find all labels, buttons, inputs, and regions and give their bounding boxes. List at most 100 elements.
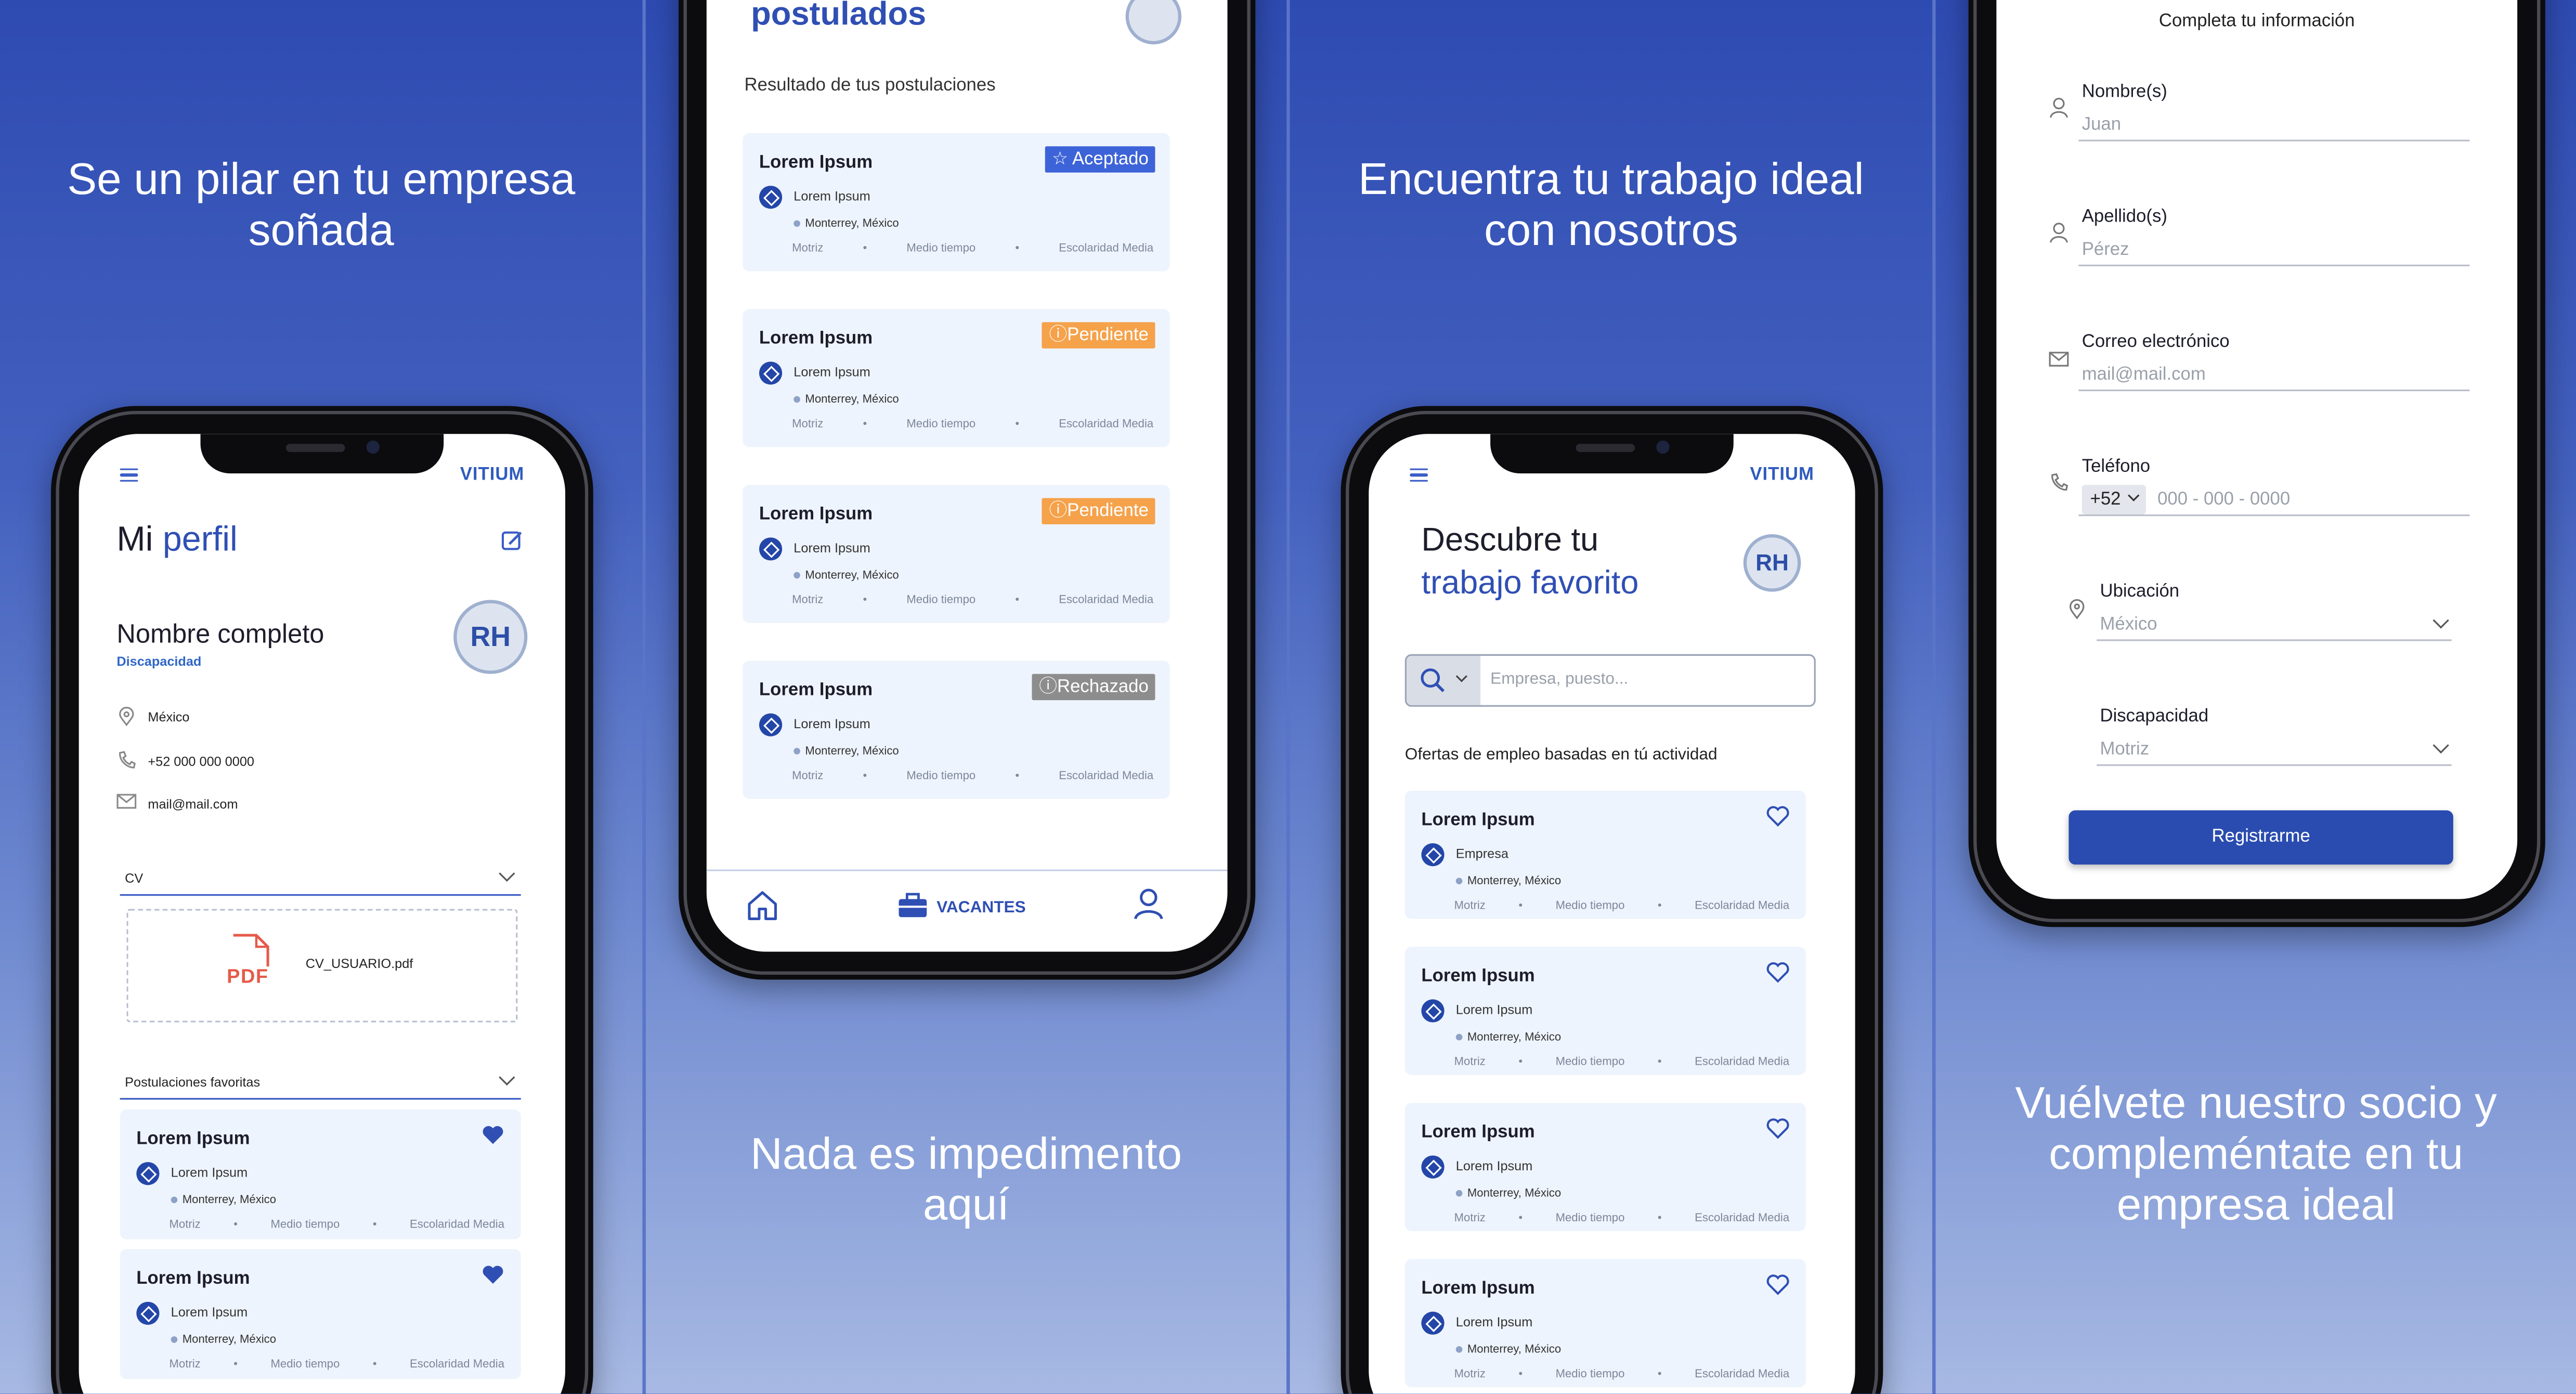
phone-input[interactable]: 000 - 000 - 0000 xyxy=(2157,490,2290,510)
job-card[interactable]: Lorem Ipsum Lorem Ipsum Monterrey, Méxic… xyxy=(1404,1103,1806,1231)
cv-section-label: CV xyxy=(125,871,144,886)
status-badge: ⓘPendiente xyxy=(1042,498,1155,525)
notch xyxy=(200,434,444,474)
title-prefix: Mi xyxy=(116,521,153,559)
apellido-input[interactable]: Pérez xyxy=(2082,240,2129,260)
input-underline xyxy=(2097,764,2452,766)
search-icon xyxy=(1421,668,1445,692)
cv-dropzone[interactable]: PDF CV_USUARIO.pdf xyxy=(126,909,518,1023)
card-meta: Motriz • Medio tiempo • Escolaridad Media xyxy=(1454,1369,1790,1381)
application-card[interactable]: Lorem Ipsum ⓘPendiente Lorem Ipsum Monte… xyxy=(743,485,1170,623)
avatar: RH xyxy=(1743,534,1801,592)
heart-filled-icon[interactable] xyxy=(482,1124,504,1145)
edit-icon[interactable] xyxy=(501,530,524,552)
divider xyxy=(706,869,1228,871)
user-icon xyxy=(2050,98,2068,118)
heart-outline-icon[interactable] xyxy=(1766,1118,1789,1139)
location-select[interactable]: México xyxy=(2100,615,2157,635)
favorite-card[interactable]: Lorem Ipsum Lorem Ipsum Monterrey, Méxic… xyxy=(120,1109,521,1240)
cv-filename: CV_USUARIO.pdf xyxy=(305,957,413,972)
country-code-select[interactable]: +52 xyxy=(2081,485,2146,515)
caption-line: con nosotros xyxy=(1484,205,1738,255)
card-title: Lorem Ipsum xyxy=(1421,1279,1535,1299)
job-card[interactable]: Lorem Ipsum Lorem Ipsum Monterrey, Méxic… xyxy=(1404,1259,1806,1388)
chevron-down-icon[interactable] xyxy=(2432,612,2449,629)
chevron-down-icon xyxy=(1455,670,1467,682)
phone-screen: VITIUM Mi perfil RH Nombre completo Disc… xyxy=(79,434,566,1394)
card-title: Lorem Ipsum xyxy=(759,505,873,525)
field-label: Discapacidad xyxy=(2100,706,2209,727)
page-title: Mi perfil xyxy=(116,521,237,561)
phone-screen: Completa tu información Nombre(s) Juan A… xyxy=(1996,0,2518,899)
card-company: Lorem Ipsum xyxy=(1455,1315,1533,1330)
chevron-down-icon[interactable] xyxy=(499,865,515,882)
nombre-input[interactable]: Juan xyxy=(2082,115,2121,135)
favorites-section-label: Postulaciones favoritas xyxy=(125,1075,261,1090)
search-input[interactable]: Empresa, puesto... xyxy=(1490,670,1628,689)
card-meta: Motriz • Medio tiempo • Escolaridad Media xyxy=(1454,1056,1790,1068)
heart-outline-icon[interactable] xyxy=(1766,1274,1789,1295)
caption-line: compleméntate en tu xyxy=(2049,1129,2464,1179)
card-title: Lorem Ipsum xyxy=(759,329,873,348)
phone-frame: VITIUM Descubre tu trabajo favorito RH E… xyxy=(1341,406,1883,1394)
caption-line: Se un pilar en tu empresa xyxy=(67,154,576,204)
divider xyxy=(120,1098,521,1100)
company-logo xyxy=(759,186,783,209)
job-card[interactable]: Lorem Ipsum Empresa Monterrey, México Mo… xyxy=(1404,790,1806,919)
company-logo xyxy=(1421,999,1445,1023)
country-code: +52 xyxy=(2090,489,2121,510)
application-card[interactable]: Lorem Ipsum ⓘRechazado Lorem Ipsum Monte… xyxy=(743,661,1170,799)
page-title-line2: trabajo favorito xyxy=(1421,565,1639,602)
job-card[interactable]: Lorem Ipsum Lorem Ipsum Monterrey, Méxic… xyxy=(1404,947,1806,1075)
caption-discover: Encuentra tu trabajo ideal con nosotros xyxy=(1290,154,1933,256)
profile-phone: +52 000 000 0000 xyxy=(148,754,254,769)
card-company: Empresa xyxy=(1455,846,1508,861)
card-location: Monterrey, México xyxy=(1455,1032,1561,1044)
user-icon[interactable] xyxy=(1132,887,1165,920)
card-title: Lorem Ipsum xyxy=(759,152,873,173)
caption-applications: Nada es impedimento aquí xyxy=(646,1129,1286,1231)
caption-line: soñada xyxy=(248,205,394,255)
email-input[interactable]: mail@mail.com xyxy=(2082,365,2206,385)
phone-screen: VITIUM Descubre tu trabajo favorito RH E… xyxy=(1369,434,1855,1394)
input-underline xyxy=(2097,639,2452,641)
favorite-card[interactable]: Lorem Ipsum Lorem Ipsum Monterrey, Méxic… xyxy=(120,1249,521,1379)
disability-select[interactable]: Motriz xyxy=(2100,740,2149,759)
avatar: RH xyxy=(453,600,528,674)
briefcase-icon xyxy=(899,893,927,918)
card-title: Lorem Ipsum xyxy=(1421,810,1535,830)
card-company: Lorem Ipsum xyxy=(793,540,870,556)
caption-register: Vuélvete nuestro socio y compleméntate e… xyxy=(1935,1078,2576,1231)
star-icon: ☆ xyxy=(1051,149,1069,170)
panel-profile: Se un pilar en tu empresa soñada VITIUM … xyxy=(0,0,643,1394)
menu-icon[interactable] xyxy=(1410,468,1428,482)
search-bar[interactable]: Empresa, puesto... xyxy=(1404,654,1816,707)
field-label: Correo electrónico xyxy=(2081,332,2230,352)
application-card[interactable]: Lorem Ipsum ⓘPendiente Lorem Ipsum Monte… xyxy=(743,309,1170,447)
heart-outline-icon[interactable] xyxy=(1766,962,1789,983)
input-underline xyxy=(2078,514,2470,517)
section-title: Ofertas de empleo basadas en tú activida… xyxy=(1404,746,1718,765)
home-icon[interactable] xyxy=(746,889,779,921)
company-logo xyxy=(136,1162,160,1185)
caption-line: empresa ideal xyxy=(2116,1180,2396,1230)
chevron-down-icon[interactable] xyxy=(499,1069,515,1086)
subtitle: Resultado de tus postulaciones xyxy=(744,75,996,96)
register-button[interactable]: Registrarme xyxy=(2068,810,2453,865)
company-logo xyxy=(759,537,783,561)
phone-icon xyxy=(2051,473,2068,491)
status-badge: ⓘRechazado xyxy=(1032,674,1155,701)
heart-outline-icon[interactable] xyxy=(1766,805,1789,827)
field-label: Teléfono xyxy=(2081,457,2151,477)
heart-filled-icon[interactable] xyxy=(482,1264,504,1285)
chevron-down-icon[interactable] xyxy=(2432,737,2449,754)
menu-icon[interactable] xyxy=(120,468,138,482)
search-filter-button[interactable] xyxy=(1406,655,1481,705)
card-meta: Motriz • Medio tiempo • Escolaridad Media xyxy=(792,595,1154,607)
card-meta: Motriz • Medio tiempo • Escolaridad Media xyxy=(169,1359,505,1371)
profile-name: Nombre completo xyxy=(116,621,324,650)
divider xyxy=(120,894,521,896)
card-location-text: Monterrey, México xyxy=(182,1195,277,1207)
application-card[interactable]: Lorem Ipsum ☆ Aceptado Lorem Ipsum Monte… xyxy=(743,133,1170,272)
caption-line: Vuélvete nuestro socio y xyxy=(2015,1078,2497,1128)
